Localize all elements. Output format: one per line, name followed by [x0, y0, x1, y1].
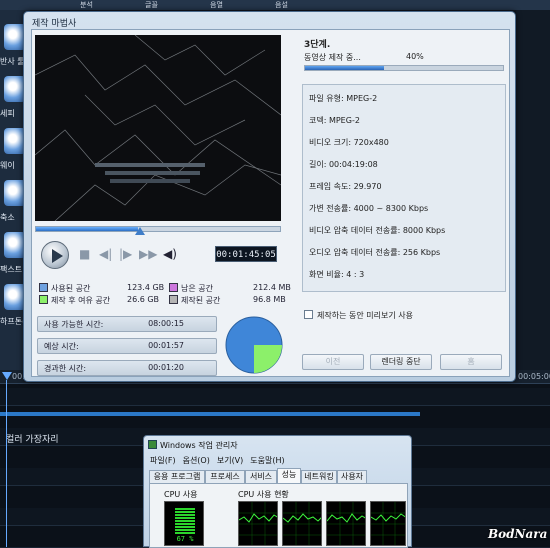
file-info-box: 파일 유형: MPEG-2 코덱: MPEG-2 비디오 크기: 720x480… — [302, 84, 506, 292]
info-audio-bitrate: 오디오 압축 데이터 전송률: 256 Kbps — [309, 248, 441, 257]
timeline-track[interactable] — [0, 388, 550, 406]
used-space-legend: 사용된 공간 — [39, 283, 90, 294]
produced-space-swatch — [169, 295, 178, 304]
timeline-clip[interactable] — [0, 412, 420, 416]
info-video-bitrate: 비디오 압축 데이터 전송률: 8000 Kbps — [309, 226, 446, 235]
render-progress-fill — [305, 66, 385, 70]
menu-view[interactable]: 보기(V) — [217, 456, 243, 465]
disk-space-panel: 사용된 공간 123.4 GB 남은 공간 212.4 MB 제작 후 여유 공… — [35, 282, 295, 312]
info-aspect-ratio: 화면 비율: 4 : 3 — [309, 270, 365, 279]
free-space-swatch — [169, 283, 178, 292]
elapsed-time-box: 경과한 시간: 00:01:20 — [37, 360, 217, 376]
tab-users[interactable]: 사용자 — [337, 470, 367, 483]
free-space-legend: 남은 공간 — [169, 283, 213, 294]
status-panel: 3단계. 동영상 제작 중... 40% 파일 유형: MPEG-2 코덱: M… — [296, 30, 510, 378]
cpu-usage-label: CPU 사용 — [164, 490, 198, 499]
preview-checkbox[interactable]: 제작하는 동안 미리보기 사용 — [304, 310, 413, 321]
home-button[interactable]: 홈 — [440, 354, 502, 370]
render-progress-bar — [304, 65, 504, 71]
status-text: 동영상 제작 중... — [304, 53, 361, 62]
video-preview — [35, 35, 281, 221]
cpu-usage-bars — [175, 508, 195, 534]
task-manager-window: Windows 작업 관리자 파일(F) 옵션(O) 보기(V) 도움말(H) 응용 … — [143, 435, 412, 548]
cpu-history-graph — [370, 501, 406, 546]
seek-bar-fill — [36, 227, 139, 231]
cpu-history-graph — [326, 501, 366, 546]
performance-panel: CPU 사용 CPU 사용 현황 67 % — [149, 483, 408, 548]
prev-button[interactable]: 이전 — [302, 354, 364, 370]
tab-networking[interactable]: 네트워킹 — [301, 470, 337, 483]
production-wizard-dialog: 제작 마법사 ■ ◀| |▶ ▶▶ ◀) 00:01:45:05 사용된 공간 … — [23, 11, 516, 382]
timeline-track-label: 컬러 가장자리 — [6, 435, 59, 445]
after-space-legend: 제작 후 여유 공간 — [39, 295, 110, 306]
stop-rendering-button[interactable]: 렌더링 중단 — [370, 354, 432, 370]
used-space-value: 123.4 GB — [127, 283, 165, 292]
play-button[interactable] — [41, 241, 69, 269]
watermark-logo: BodNara — [488, 527, 548, 541]
info-video-size: 비디오 크기: 720x480 — [309, 138, 389, 147]
produced-space-value: 96.8 MB — [253, 295, 286, 304]
info-variable-bitrate: 가변 전송률: 4000 ~ 8300 Kbps — [309, 204, 429, 213]
playhead-marker-icon[interactable] — [2, 372, 12, 380]
seek-bar[interactable] — [35, 226, 281, 232]
timecode-display: 00:01:45:05 — [215, 246, 277, 262]
pie-after-slice — [254, 345, 282, 373]
disk-usage-pie — [225, 316, 283, 374]
task-manager-menu: 파일(F) 옵션(O) 보기(V) 도움말(H) — [150, 455, 292, 466]
menu-help[interactable]: 도움말(H) — [250, 456, 284, 465]
timeline-time-end: 00:05:00 — [518, 372, 550, 381]
info-length: 길이: 00:04:19:08 — [309, 160, 378, 169]
menu-file[interactable]: 파일(F) — [150, 456, 176, 465]
seek-thumb-icon[interactable] — [135, 227, 146, 235]
dialog-body: ■ ◀| |▶ ▶▶ ◀) 00:01:45:05 사용된 공간 123.4 G… — [31, 29, 510, 377]
bg-tab[interactable]: 음열 — [210, 0, 223, 10]
progress-percent: 40% — [406, 52, 424, 61]
info-frame-rate: 프레임 속도: 29.970 — [309, 182, 382, 191]
task-manager-title: Windows 작업 관리자 — [160, 441, 238, 450]
tab-processes[interactable]: 프로세스 — [205, 470, 245, 483]
cpu-history-graph — [282, 501, 322, 546]
used-space-swatch — [39, 283, 48, 292]
stop-icon[interactable]: ■ — [79, 247, 90, 261]
task-manager-icon — [148, 440, 157, 449]
fast-forward-icon[interactable]: ▶▶ — [139, 247, 157, 261]
cpu-history-label: CPU 사용 현황 — [238, 490, 289, 499]
produced-space-legend: 제작된 공간 — [169, 295, 220, 306]
available-time-box: 사용 가능한 시간: 08:00:15 — [37, 316, 217, 332]
bg-tab[interactable]: 분석 — [80, 0, 93, 10]
info-file-type: 파일 유형: MPEG-2 — [309, 94, 378, 103]
info-codec: 코덱: MPEG-2 — [309, 116, 360, 125]
free-space-value: 212.4 MB — [253, 283, 291, 292]
tab-services[interactable]: 서비스 — [245, 470, 277, 483]
playhead-line — [6, 380, 7, 547]
tab-performance[interactable]: 성능 — [277, 468, 301, 483]
background-top-tabs: 분석 글꼴 음열 음설 — [0, 0, 550, 10]
after-space-swatch — [39, 295, 48, 304]
next-frame-icon[interactable]: |▶ — [119, 247, 132, 261]
cpu-usage-value: 67 % — [176, 535, 194, 543]
menu-options[interactable]: 옵션(O) — [183, 456, 210, 465]
previous-frame-icon[interactable]: ◀| — [99, 247, 112, 261]
tab-applications[interactable]: 응용 프로그램 — [149, 470, 205, 483]
cpu-usage-meter: 67 % — [164, 501, 204, 546]
playback-controls: ■ ◀| |▶ ▶▶ ◀) 00:01:45:05 — [35, 240, 281, 270]
dialog-title: 제작 마법사 — [32, 19, 77, 29]
background-right-panel — [516, 10, 550, 370]
bg-tab[interactable]: 음설 — [275, 0, 288, 10]
preview-frame — [35, 35, 281, 221]
step-label: 3단계. — [304, 40, 331, 50]
cpu-history-graph — [238, 501, 278, 546]
after-space-value: 26.6 GB — [127, 295, 160, 304]
checkbox-box[interactable] — [304, 310, 313, 319]
volume-icon[interactable]: ◀) — [163, 247, 177, 261]
estimated-time-box: 예상 시간: 00:01:57 — [37, 338, 217, 354]
bg-tab[interactable]: 글꼴 — [145, 0, 158, 10]
